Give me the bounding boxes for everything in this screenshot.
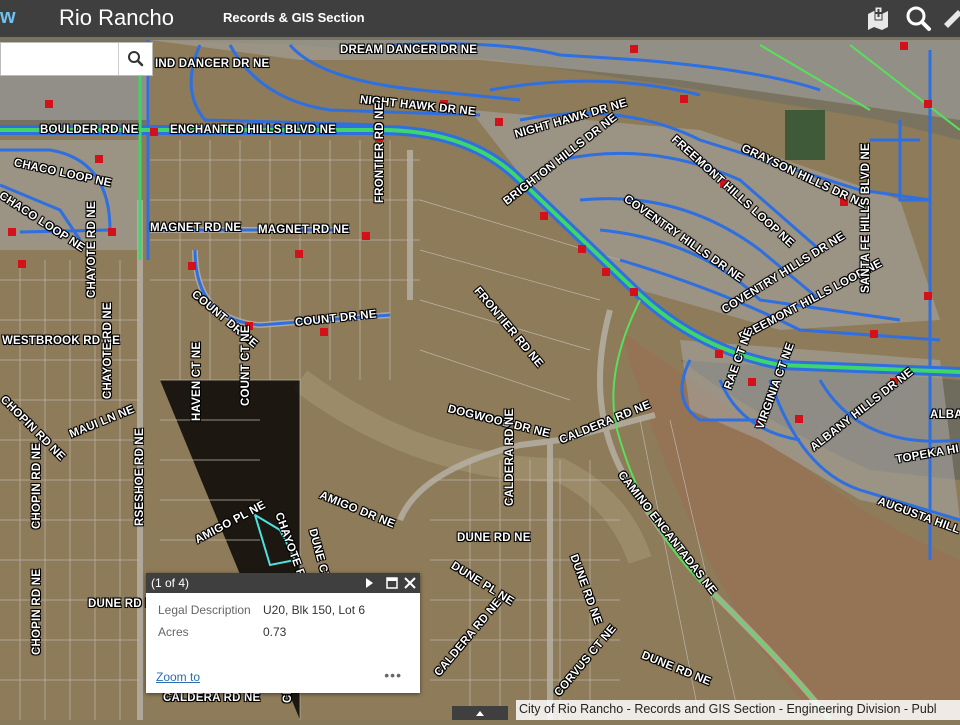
street-label: CALDERA RD NE [504,408,516,506]
attribution-toggle[interactable] [452,706,508,720]
chevron-up-icon [476,711,484,716]
zoom-to-link[interactable]: Zoom to [156,670,200,684]
app-subtitle: Records & GIS Section [223,10,365,25]
street-label: IND DANCER DR NE [155,58,270,70]
measure-icon[interactable] [942,4,960,32]
app-title: Rio Rancho [59,5,174,30]
popup-header: (1 of 4) [146,573,420,593]
search-input[interactable] [1,43,119,75]
popup-field-row: Acres 0.73 [158,625,410,647]
field-value: 0.73 [263,625,287,639]
map-attribution: City of Rio Rancho - Records and GIS Sec… [516,700,960,720]
field-label: Legal Description [158,603,251,617]
field-label: Acres [158,625,189,639]
street-label: HAVEN CT NE [191,341,203,421]
app-logo: w [0,6,16,28]
next-feature-icon[interactable] [362,576,376,590]
feature-popup: (1 of 4) Legal Description U20, Blk 150,… [146,573,420,693]
street-label: RSESHOE RD NE [134,428,146,526]
street-label: CALDERA RD NE [163,692,261,704]
street-label: CHAYOTE RD NE [102,302,114,399]
street-label: MAGNET RD NE [150,222,242,234]
street-label: DREAM DANCER DR NE [340,44,478,56]
more-actions-button[interactable]: ••• [384,667,402,683]
popup-field-row: Legal Description U20, Blk 150, Lot 6 [158,603,410,625]
street-label: DUNE RD NE [457,532,531,544]
popup-count: (1 of 4) [151,576,190,590]
street-label: FRONTIER RD NE [374,102,386,203]
street-label: BOULDER RD NE [40,124,139,136]
close-icon[interactable] [403,576,417,590]
street-label: ENCHANTED HILLS BLVD NE [170,124,337,136]
street-label: ALBA [930,409,960,421]
search-icon[interactable] [904,4,932,32]
field-value: U20, Blk 150, Lot 6 [263,603,366,617]
bookmark-add-icon[interactable] [864,4,892,32]
street-label: COUNT CT NE [240,325,252,406]
app-header: w Rio Rancho Records & GIS Section [0,0,960,37]
search-box [0,42,153,76]
street-label: SANTA FE HILLS BLVD NE [860,143,872,293]
map-view[interactable]: DREAM DANCER DR NE IND DANCER DR NE NIGH… [0,37,960,720]
street-label: CHOPIN RD NE [31,568,43,655]
maximize-icon[interactable] [385,576,399,590]
street-label: MAGNET RD NE [258,224,350,236]
street-label: CHAYOTE RD NE [86,201,98,298]
search-button[interactable] [118,43,152,75]
popup-body: Legal Description U20, Blk 150, Lot 6 Ac… [146,593,420,647]
street-label: CHOPIN RD NE [31,442,43,529]
search-icon [128,51,144,67]
